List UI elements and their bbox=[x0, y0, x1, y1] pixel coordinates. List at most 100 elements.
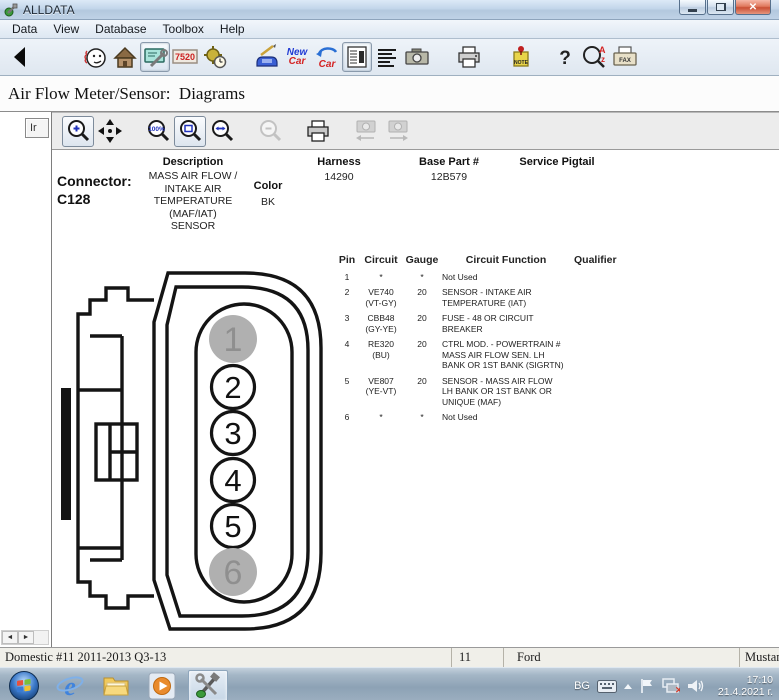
taskbar: e bbox=[0, 667, 779, 700]
svg-text:7520: 7520 bbox=[175, 52, 195, 62]
svg-text:✕: ✕ bbox=[675, 685, 680, 694]
vehicle-tools-icon[interactable] bbox=[140, 42, 170, 72]
menu-help[interactable]: Help bbox=[212, 21, 253, 37]
scroll-right-icon[interactable]: ► bbox=[18, 631, 34, 644]
minimize-button[interactable] bbox=[679, 0, 706, 15]
start-orb-icon[interactable] bbox=[4, 670, 44, 700]
restore-button[interactable] bbox=[707, 0, 734, 15]
car-return-icon[interactable]: Car bbox=[312, 42, 342, 72]
action-center-flag-icon[interactable] bbox=[639, 678, 655, 694]
print-page-icon[interactable] bbox=[302, 116, 334, 147]
phone-note-icon[interactable] bbox=[252, 42, 282, 72]
alldata-window: ALLDATA ✕ DataViewDatabaseToolboxHelp bbox=[0, 0, 779, 700]
horizontal-scrollbar[interactable]: ◄ ► bbox=[1, 630, 49, 645]
network-error-icon[interactable]: ✕ bbox=[662, 678, 680, 694]
status-model: Mustang bbox=[740, 648, 779, 667]
note-icon[interactable]: NOTE bbox=[506, 42, 536, 72]
pin-table-header: PinCircuitGaugeCircuit FunctionQualifier bbox=[336, 255, 636, 266]
gears-clock-icon[interactable] bbox=[200, 42, 230, 72]
media-player-icon[interactable] bbox=[142, 670, 182, 700]
table-row: 6**Not Used bbox=[336, 412, 636, 423]
pin-number-3: 3 bbox=[224, 416, 241, 451]
description-label: Description bbox=[123, 156, 263, 168]
title-bar: ALLDATA ✕ bbox=[0, 0, 779, 20]
pin-table: PinCircuitGaugeCircuit FunctionQualifier… bbox=[336, 255, 636, 428]
svg-text:e: e bbox=[64, 672, 76, 700]
zoom-in-icon[interactable] bbox=[62, 116, 94, 147]
app-icon bbox=[4, 3, 18, 17]
tech-head-icon[interactable] bbox=[80, 42, 110, 72]
menu-view[interactable]: View bbox=[45, 21, 87, 37]
clock[interactable]: 17:10 21.4.2021 г. bbox=[711, 674, 773, 698]
service-pigtail-label: Service Pigtail bbox=[507, 156, 607, 168]
svg-text:A: A bbox=[599, 45, 606, 55]
menu-toolbox[interactable]: Toolbox bbox=[155, 21, 212, 37]
help-icon[interactable]: ? bbox=[550, 42, 580, 72]
svg-text:NOTE: NOTE bbox=[514, 60, 529, 66]
scroll-left-icon[interactable]: ◄ bbox=[2, 631, 18, 644]
table-row: 3CBB48(GY-YE)20FUSE - 48 OR CIRCUITBREAK… bbox=[336, 313, 636, 334]
keyboard-icon[interactable] bbox=[597, 680, 617, 693]
speaker-icon[interactable] bbox=[687, 678, 704, 694]
table-row: 2VE740(VT-GY)20SENSOR - INTAKE AIRTEMPER… bbox=[336, 287, 636, 308]
clock-time: 17:10 bbox=[711, 674, 773, 686]
status-database: Domestic #11 2011-2013 Q3-13 bbox=[0, 648, 452, 667]
menu-bar: DataViewDatabaseToolboxHelp bbox=[0, 20, 779, 39]
pin-number-4: 4 bbox=[224, 463, 241, 498]
internet-explorer-icon[interactable]: e bbox=[50, 670, 90, 700]
explorer-folder-icon[interactable] bbox=[96, 670, 136, 700]
document-header: Air Flow Meter/Sensor: Diagrams bbox=[0, 76, 779, 112]
base-part-label: Base Part # bbox=[404, 156, 494, 168]
pin-number-5: 5 bbox=[224, 509, 241, 544]
table-row: 5VE807(YE-VT)20SENSOR - MASS AIR FLOWLH … bbox=[336, 376, 636, 408]
main-toolbar: 7520 NewCar bbox=[0, 39, 779, 76]
color-label: Color bbox=[248, 180, 288, 192]
image-next-icon bbox=[382, 116, 414, 147]
alldata-app-icon[interactable] bbox=[188, 670, 228, 700]
menu-data[interactable]: Data bbox=[4, 21, 45, 37]
diagram-viewer[interactable]: Connector: C128 Description Harness Base… bbox=[52, 150, 779, 647]
fax-icon[interactable]: FAX bbox=[610, 42, 640, 72]
clock-date: 21.4.2021 г. bbox=[711, 686, 773, 698]
calculator-7520-icon[interactable]: 7520 bbox=[170, 42, 200, 72]
zoom-100-icon[interactable]: 100% bbox=[142, 116, 174, 147]
svg-text:?: ? bbox=[559, 48, 571, 69]
article-icon[interactable] bbox=[342, 42, 372, 72]
text-view-icon[interactable] bbox=[372, 42, 402, 72]
viewer-toolbar: 100% bbox=[52, 112, 779, 150]
show-hidden-icon[interactable] bbox=[624, 684, 632, 689]
pan-icon[interactable] bbox=[94, 116, 126, 147]
svg-text:z: z bbox=[601, 55, 605, 64]
left-panel: ◄ ► bbox=[0, 150, 52, 647]
connector-id: C128 bbox=[57, 190, 90, 208]
status-bar: Domestic #11 2011-2013 Q3-13 11 Ford Mus… bbox=[0, 647, 779, 667]
zoom-fit-width-icon[interactable] bbox=[206, 116, 238, 147]
table-row: 1**Not Used bbox=[336, 272, 636, 283]
camera-icon[interactable] bbox=[402, 42, 432, 72]
home-icon[interactable] bbox=[110, 42, 140, 72]
svg-text:100%: 100% bbox=[148, 126, 165, 133]
zoom-window-icon[interactable] bbox=[174, 116, 206, 147]
harness-value: 14290 bbox=[299, 171, 379, 184]
table-row: 4RE320(BU)20CTRL MOD. - POWERTRAIN #MASS… bbox=[336, 339, 636, 371]
new-car-icon[interactable]: NewCar bbox=[282, 42, 312, 72]
pin-number-1: 1 bbox=[224, 321, 243, 359]
close-button[interactable]: ✕ bbox=[735, 0, 771, 15]
language-indicator[interactable]: BG bbox=[574, 680, 590, 692]
menu-database[interactable]: Database bbox=[87, 21, 154, 37]
side-panel-top: Ir bbox=[0, 112, 52, 150]
svg-text:FAX: FAX bbox=[619, 58, 631, 64]
pin-number-6: 6 bbox=[224, 554, 243, 592]
back-icon[interactable] bbox=[6, 42, 36, 72]
print-icon[interactable] bbox=[454, 42, 484, 72]
status-make: Ford bbox=[504, 648, 740, 667]
search-az-icon[interactable]: A z bbox=[580, 42, 610, 72]
system-tray: BG ✕ 17:10 21.4.2021 г. bbox=[574, 668, 777, 700]
harness-label: Harness bbox=[299, 156, 379, 168]
connector-label: Connector: bbox=[57, 172, 132, 190]
index-tab[interactable]: Ir bbox=[25, 118, 49, 138]
color-value: BK bbox=[248, 196, 288, 209]
page-title: Air Flow Meter/Sensor: Diagrams bbox=[8, 84, 245, 104]
zoom-out-icon bbox=[254, 116, 286, 147]
svg-text:Car: Car bbox=[319, 59, 337, 70]
